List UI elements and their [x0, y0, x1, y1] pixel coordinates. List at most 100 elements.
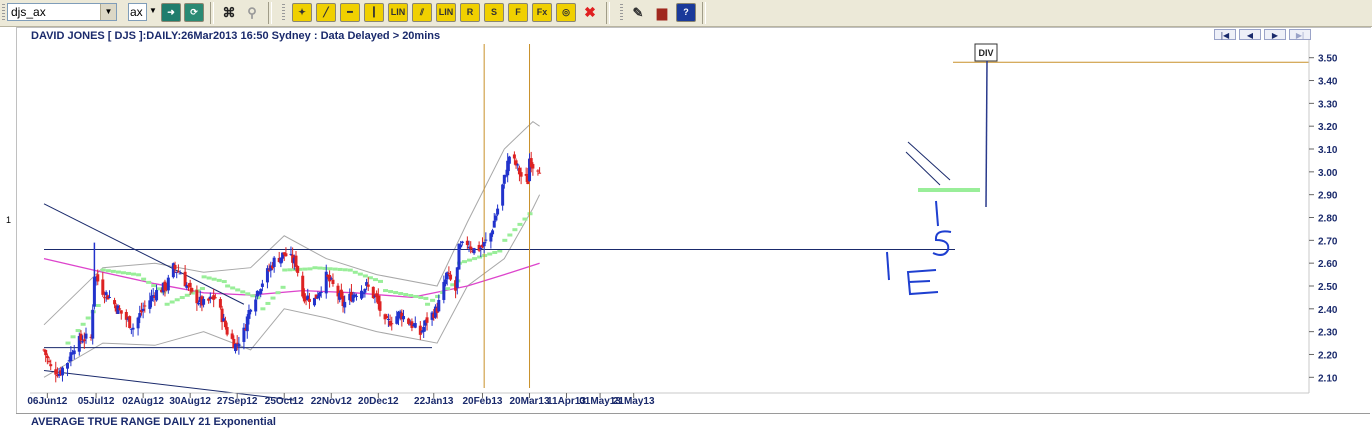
candle-body	[390, 323, 394, 325]
sar-marker	[80, 322, 86, 326]
sar-marker	[206, 276, 212, 280]
candle-body	[294, 255, 298, 267]
y-tick-label: 2.80	[1318, 214, 1338, 225]
candle-body	[469, 246, 473, 249]
candle-body	[116, 305, 120, 314]
sar-marker	[115, 270, 121, 274]
candle-body	[494, 215, 498, 221]
candle-body	[491, 230, 495, 235]
candle-body	[136, 317, 140, 329]
candle-body	[188, 282, 192, 288]
candle-body	[524, 173, 528, 176]
sar-marker	[327, 267, 333, 271]
candle-body	[218, 299, 222, 308]
sar-marker	[216, 278, 222, 282]
candle-body	[230, 333, 234, 339]
sar-marker	[235, 288, 241, 292]
candle-body	[131, 327, 135, 330]
sar-marker	[250, 294, 256, 298]
sar-marker	[141, 277, 147, 281]
candle-body	[489, 233, 493, 242]
candle-body	[319, 292, 323, 294]
candle-body	[166, 277, 170, 291]
x-tick-label: 05Jul12	[78, 396, 115, 407]
candle-body	[66, 363, 70, 369]
candle-body	[143, 305, 147, 307]
sar-marker	[201, 275, 207, 279]
candle-body	[237, 343, 241, 347]
candle-body	[151, 295, 155, 297]
y-tick-label: 2.30	[1318, 328, 1338, 339]
candle-body	[437, 300, 441, 312]
sar-marker	[100, 268, 106, 272]
sar-marker	[312, 266, 318, 270]
candle-body	[477, 244, 481, 251]
candle-body	[119, 310, 123, 314]
sar-marker	[265, 301, 271, 305]
sar-marker	[522, 217, 528, 221]
y-tick-label: 2.10	[1318, 373, 1338, 384]
candle-body	[496, 208, 500, 215]
candle-body	[422, 326, 426, 332]
candle-body	[183, 271, 187, 287]
candle-body	[538, 172, 542, 174]
sar-marker	[357, 272, 363, 276]
candle-body	[272, 257, 276, 267]
candle-body	[324, 271, 328, 294]
upper-band-line	[43, 120, 540, 326]
x-tick-label: 22Jan13	[414, 396, 454, 407]
y-tick-label: 3.50	[1318, 54, 1338, 65]
candle-body	[60, 367, 64, 376]
x-tick-label: 25Oct12	[265, 396, 304, 407]
candle-body	[343, 301, 347, 308]
candle-body	[296, 266, 300, 273]
div-label: DIV	[978, 48, 993, 58]
candle-body	[386, 318, 390, 320]
candle-body	[150, 295, 154, 302]
sar-marker	[430, 298, 436, 302]
candle-body	[284, 253, 288, 257]
sar-marker	[378, 279, 383, 283]
channel-line	[905, 151, 941, 186]
sar-marker	[425, 302, 431, 306]
candle-body	[101, 279, 105, 295]
candle-body	[360, 290, 364, 299]
sar-marker	[307, 267, 313, 271]
x-tick-label: 02Aug12	[122, 396, 164, 407]
candle-body	[195, 290, 199, 304]
candle-body	[331, 279, 335, 285]
candle-body	[47, 360, 51, 362]
candle-body	[92, 277, 96, 307]
candle-body	[259, 289, 263, 294]
sar-marker	[352, 270, 358, 274]
candle-body	[410, 321, 414, 328]
candle-body	[512, 154, 516, 159]
candle-body	[402, 316, 406, 320]
sar-marker	[332, 267, 338, 271]
atr-panel-title: AVERAGE TRUE RANGE DAILY 21 Exponential	[31, 416, 276, 428]
price-chart: 3.50 3.40 3.30 3.20 3.10 3.00 2.90 2.80 2.70 2.60…	[27, 40, 1338, 407]
sar-marker	[110, 269, 116, 273]
sar-marker	[445, 287, 451, 291]
candle-body	[363, 288, 367, 293]
sar-marker	[282, 268, 288, 272]
candle-body	[124, 311, 128, 320]
x-tick-label: 20Mar13	[510, 396, 550, 407]
sar-marker	[418, 295, 424, 299]
candle-body	[504, 175, 508, 177]
sar-marker	[70, 335, 76, 339]
sar-marker	[287, 268, 293, 272]
candle-body	[81, 341, 85, 343]
candle-body	[361, 292, 365, 294]
candle-body	[501, 184, 505, 206]
sar-marker	[362, 274, 368, 278]
sar-marker	[393, 291, 399, 295]
sar-marker	[221, 280, 227, 284]
sar-marker	[322, 266, 328, 270]
sar-marker	[423, 296, 429, 300]
candle-body	[254, 299, 258, 312]
sar-marker	[174, 298, 180, 302]
x-tick-label: 20Feb13	[462, 396, 502, 407]
candle-body	[507, 156, 511, 164]
y-tick-label: 3.00	[1318, 168, 1338, 179]
